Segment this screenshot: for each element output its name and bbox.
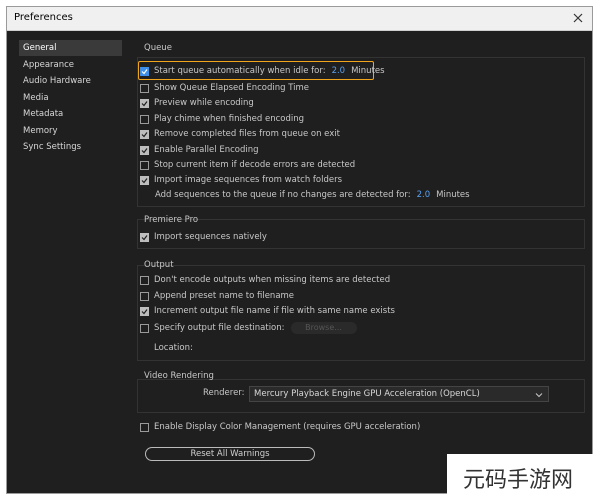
increment-checkbox[interactable] bbox=[140, 306, 149, 316]
chime-label: Play chime when finished encoding bbox=[154, 114, 304, 124]
append-preset-row: Append preset name to filename bbox=[140, 289, 294, 303]
add-sequences-row: Add sequences to the queue if no changes… bbox=[155, 188, 470, 202]
stop-on-error-label: Stop current item if decode errors are d… bbox=[154, 160, 356, 170]
premiere-title: Premiere Pro bbox=[144, 215, 199, 225]
preview-checkbox[interactable] bbox=[140, 98, 149, 108]
browse-button[interactable]: Browse... bbox=[290, 322, 357, 334]
stop-on-error-row: Stop current item if decode errors are d… bbox=[140, 158, 355, 172]
renderer-label: Renderer: bbox=[203, 388, 245, 398]
dont-encode-checkbox[interactable] bbox=[140, 275, 149, 285]
specify-dest-checkbox[interactable] bbox=[140, 323, 149, 333]
dont-encode-label: Don't encode outputs when missing items … bbox=[154, 275, 391, 285]
import-native-label: Import sequences natively bbox=[154, 232, 267, 242]
remove-completed-row: Remove completed files from queue on exi… bbox=[140, 127, 340, 141]
import-watch-label: Import image sequences from watch folder… bbox=[154, 175, 343, 185]
queue-title: Queue bbox=[144, 43, 172, 53]
preferences-window: Preferences General Appearance Audio Har… bbox=[6, 6, 593, 494]
parallel-row: Enable Parallel Encoding bbox=[140, 143, 259, 157]
append-preset-label: Append preset name to filename bbox=[154, 291, 295, 301]
show-elapsed-checkbox[interactable] bbox=[140, 83, 149, 93]
add-sequences-unit: Minutes bbox=[436, 190, 470, 200]
chime-row: Play chime when finished encoding bbox=[140, 112, 304, 126]
reset-warnings-button[interactable]: Reset All Warnings bbox=[145, 447, 315, 461]
import-native-row: Import sequences natively bbox=[140, 230, 267, 244]
append-preset-checkbox[interactable] bbox=[140, 291, 149, 301]
parallel-checkbox[interactable] bbox=[140, 145, 149, 155]
display-color-checkbox[interactable] bbox=[140, 422, 149, 432]
increment-row: Increment output file name if file with … bbox=[140, 304, 395, 318]
auto-start-unit: Minutes bbox=[351, 66, 385, 76]
stop-on-error-checkbox[interactable] bbox=[140, 160, 149, 170]
auto-start-value[interactable]: 2.0 bbox=[332, 66, 346, 76]
watermark-text: 元码手游网 bbox=[463, 468, 574, 493]
location-label: Location: bbox=[154, 343, 193, 353]
import-watch-checkbox[interactable] bbox=[140, 175, 149, 185]
remove-completed-label: Remove completed files from queue on exi… bbox=[154, 129, 340, 139]
auto-start-label: Start queue automatically when idle for: bbox=[154, 66, 326, 76]
renderer-value: Mercury Playback Engine GPU Acceleration… bbox=[254, 389, 480, 399]
add-sequences-value[interactable]: 2.0 bbox=[417, 190, 431, 200]
show-elapsed-row: Show Queue Elapsed Encoding Time bbox=[140, 81, 309, 95]
auto-start-checkbox[interactable] bbox=[140, 66, 149, 76]
video-rendering-title: Video Rendering bbox=[144, 371, 214, 381]
output-title: Output bbox=[144, 260, 174, 270]
import-native-checkbox[interactable] bbox=[140, 232, 149, 242]
preview-label: Preview while encoding bbox=[154, 98, 254, 108]
import-watch-row: Import image sequences from watch folder… bbox=[140, 173, 342, 187]
watermark: 元码手游网 bbox=[447, 454, 593, 494]
chevron-down-icon bbox=[535, 390, 543, 404]
specify-dest-row: Specify output file destination: Browse.… bbox=[140, 321, 357, 335]
chime-checkbox[interactable] bbox=[140, 114, 149, 124]
auto-start-row: Start queue automatically when idle for:… bbox=[140, 64, 385, 78]
display-color-label: Enable Display Color Management (require… bbox=[154, 422, 421, 432]
increment-label: Increment output file name if file with … bbox=[154, 306, 395, 316]
dont-encode-row: Don't encode outputs when missing items … bbox=[140, 273, 390, 287]
specify-dest-label: Specify output file destination: bbox=[154, 323, 285, 333]
settings-panel: Queue Start queue automatically when idl… bbox=[7, 7, 592, 493]
parallel-label: Enable Parallel Encoding bbox=[154, 145, 259, 155]
remove-completed-checkbox[interactable] bbox=[140, 129, 149, 139]
display-color-row: Enable Display Color Management (require… bbox=[140, 420, 420, 434]
add-sequences-label: Add sequences to the queue if no changes… bbox=[155, 190, 411, 200]
renderer-select[interactable]: Mercury Playback Engine GPU Acceleration… bbox=[249, 386, 549, 402]
show-elapsed-label: Show Queue Elapsed Encoding Time bbox=[154, 83, 310, 93]
preview-row: Preview while encoding bbox=[140, 96, 254, 110]
